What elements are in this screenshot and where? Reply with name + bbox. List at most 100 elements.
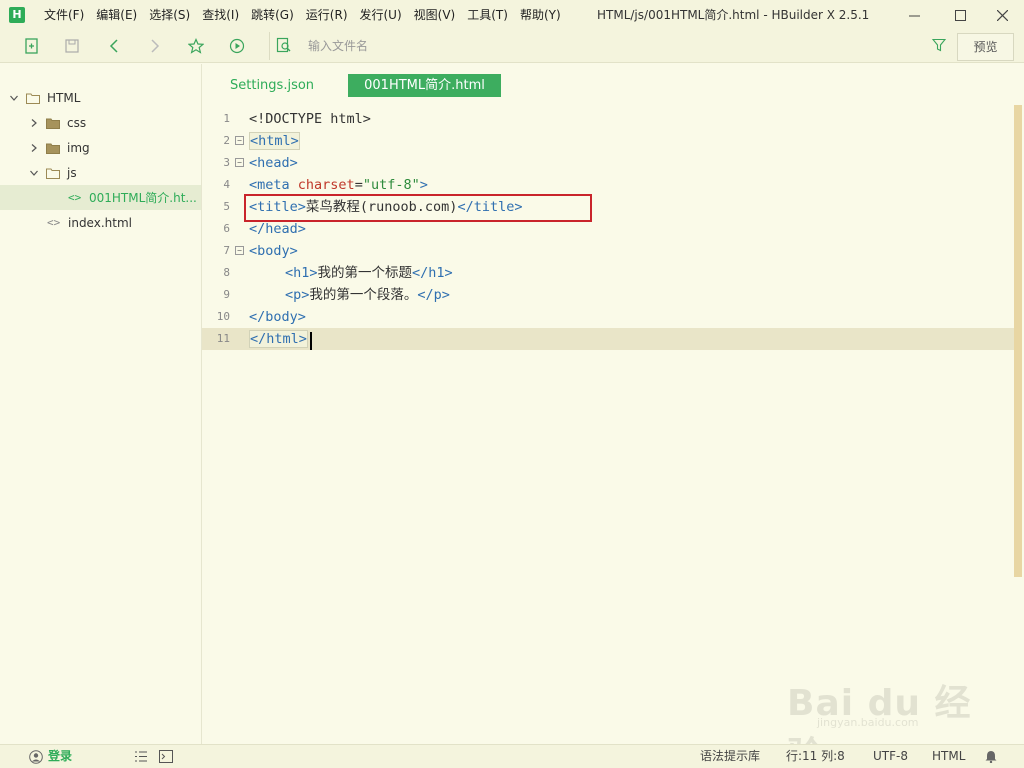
line-number: 11 xyxy=(216,332,230,345)
code-line: 9 <p>我的第一个段落。</p> xyxy=(202,284,1014,306)
preview-button[interactable]: 预览 xyxy=(957,33,1014,61)
line-number: 1 xyxy=(223,112,230,125)
menu-run[interactable]: 运行(R) xyxy=(300,0,354,30)
tree-label: HTML xyxy=(47,90,81,105)
code-line: 2 − <html> xyxy=(202,130,1014,152)
line-number: 2 xyxy=(223,134,230,147)
chevron-right-icon[interactable] xyxy=(29,118,39,128)
hbuilder-logo-icon: H xyxy=(9,7,25,23)
code-line: 3 − <head> xyxy=(202,152,1014,174)
maximize-button[interactable] xyxy=(937,0,983,30)
watermark-url: jingyan.baidu.com xyxy=(817,716,919,729)
code-editor[interactable]: 1 <!DOCTYPE html> 2 − <html> 3 − <head> … xyxy=(202,100,1024,744)
line-number: 3 xyxy=(223,156,230,169)
new-file-icon xyxy=(25,38,38,54)
fold-toggle-icon[interactable]: − xyxy=(235,246,244,255)
menu-file[interactable]: 文件(F) xyxy=(38,0,90,30)
line-number: 8 xyxy=(223,266,230,279)
project-explorer: HTML css img js <> 001HTML简介.ht... <> in… xyxy=(0,64,202,744)
maximize-icon xyxy=(954,9,966,21)
tab-active-file[interactable]: 001HTML简介.html xyxy=(348,74,501,97)
menu-publish[interactable]: 发行(U) xyxy=(354,0,408,30)
annotation-highlight-box xyxy=(244,194,592,222)
file-encoding[interactable]: UTF-8 xyxy=(873,745,908,768)
file-search-box xyxy=(269,32,952,60)
syntax-hint-library[interactable]: 语法提示库 xyxy=(700,745,760,768)
toolbar: 预览 xyxy=(0,30,1024,63)
tree-label: 001HTML简介.ht... xyxy=(89,191,197,205)
baidu-watermark: Bai du 经验 jingyan.baidu.com xyxy=(787,660,987,768)
list-icon[interactable] xyxy=(134,750,148,763)
status-bar: 登录 语法提示库 行:11 列:8 UTF-8 HTML xyxy=(0,744,1024,768)
menu-bar: 文件(F) 编辑(E) 选择(S) 查找(I) 跳转(G) 运行(R) 发行(U… xyxy=(38,0,567,30)
tree-label: index.html xyxy=(68,215,132,230)
save-button[interactable] xyxy=(63,37,81,55)
text-caret xyxy=(310,332,312,350)
code-text: </body> xyxy=(249,309,306,325)
folder-open-icon xyxy=(46,168,60,179)
menu-edit[interactable]: 编辑(E) xyxy=(90,0,143,30)
file-search-input[interactable] xyxy=(308,36,908,56)
line-number: 10 xyxy=(216,310,230,323)
editor-scrollbar[interactable] xyxy=(1014,105,1022,577)
code-text: <head> xyxy=(249,155,298,171)
tab-settings-json[interactable]: Settings.json xyxy=(220,74,324,97)
editor-tab-bar: Settings.json 001HTML简介.html xyxy=(202,64,1024,100)
chevron-right-icon[interactable] xyxy=(29,143,39,153)
star-icon xyxy=(188,38,204,54)
fold-toggle-icon[interactable]: − xyxy=(235,158,244,167)
back-button[interactable] xyxy=(105,37,123,55)
tree-item-css-folder[interactable]: css xyxy=(0,110,201,135)
code-line: 1 <!DOCTYPE html> xyxy=(202,108,1014,130)
code-line: 7 − <body> xyxy=(202,240,1014,262)
run-icon xyxy=(229,38,245,54)
terminal-icon[interactable] xyxy=(159,750,173,763)
folder-open-icon xyxy=(26,93,40,104)
title-bar: H 文件(F) 编辑(E) 选择(S) 查找(I) 跳转(G) 运行(R) 发行… xyxy=(0,0,1024,30)
code-line: 4 <meta charset="utf-8"> xyxy=(202,174,1014,196)
run-button[interactable] xyxy=(228,37,246,55)
tree-item-active-file[interactable]: <> 001HTML简介.ht... xyxy=(0,185,201,210)
tree-item-index-file[interactable]: <> index.html xyxy=(0,210,201,235)
back-icon xyxy=(109,39,118,53)
menu-view[interactable]: 视图(V) xyxy=(408,0,462,30)
line-number: 4 xyxy=(223,178,230,191)
tree-item-html-folder[interactable]: HTML xyxy=(0,85,201,110)
file-search-icon xyxy=(276,37,291,53)
favorite-button[interactable] xyxy=(187,37,205,55)
bell-icon[interactable] xyxy=(985,750,997,763)
chevron-down-icon[interactable] xyxy=(9,93,19,103)
new-file-button[interactable] xyxy=(23,37,41,55)
tree-label: css xyxy=(67,115,87,130)
forward-button[interactable] xyxy=(146,37,164,55)
language-mode[interactable]: HTML xyxy=(932,745,965,768)
code-line-current: 11 </html> xyxy=(202,328,1014,350)
code-text: <meta charset="utf-8"> xyxy=(249,177,428,193)
chevron-down-icon[interactable] xyxy=(29,168,39,178)
code-file-icon: <> xyxy=(47,216,61,229)
code-text: <html> xyxy=(249,132,300,150)
line-number: 9 xyxy=(223,288,230,301)
menu-tools[interactable]: 工具(T) xyxy=(461,0,514,30)
code-line: 8 <h1>我的第一个标题</h1> xyxy=(202,262,1014,284)
folder-icon xyxy=(46,118,60,129)
menu-find[interactable]: 查找(I) xyxy=(196,0,245,30)
code-line: 10 </body> xyxy=(202,306,1014,328)
menu-goto[interactable]: 跳转(G) xyxy=(245,0,300,30)
filter-icon[interactable] xyxy=(932,38,946,52)
menu-select[interactable]: 选择(S) xyxy=(143,0,196,30)
menu-help[interactable]: 帮助(Y) xyxy=(514,0,567,30)
code-file-icon: <> xyxy=(68,191,82,204)
minimize-button[interactable] xyxy=(891,0,937,30)
tree-item-img-folder[interactable]: img xyxy=(0,135,201,160)
save-icon xyxy=(65,39,79,53)
line-number: 5 xyxy=(223,200,230,213)
login-link[interactable]: 登录 xyxy=(48,745,72,768)
close-button[interactable] xyxy=(979,0,1024,30)
cursor-position[interactable]: 行:11 列:8 xyxy=(786,745,845,768)
folder-icon xyxy=(46,143,60,154)
fold-toggle-icon[interactable]: − xyxy=(235,136,244,145)
tree-label: js xyxy=(67,165,77,180)
line-number: 7 xyxy=(223,244,230,257)
tree-item-js-folder[interactable]: js xyxy=(0,160,201,185)
